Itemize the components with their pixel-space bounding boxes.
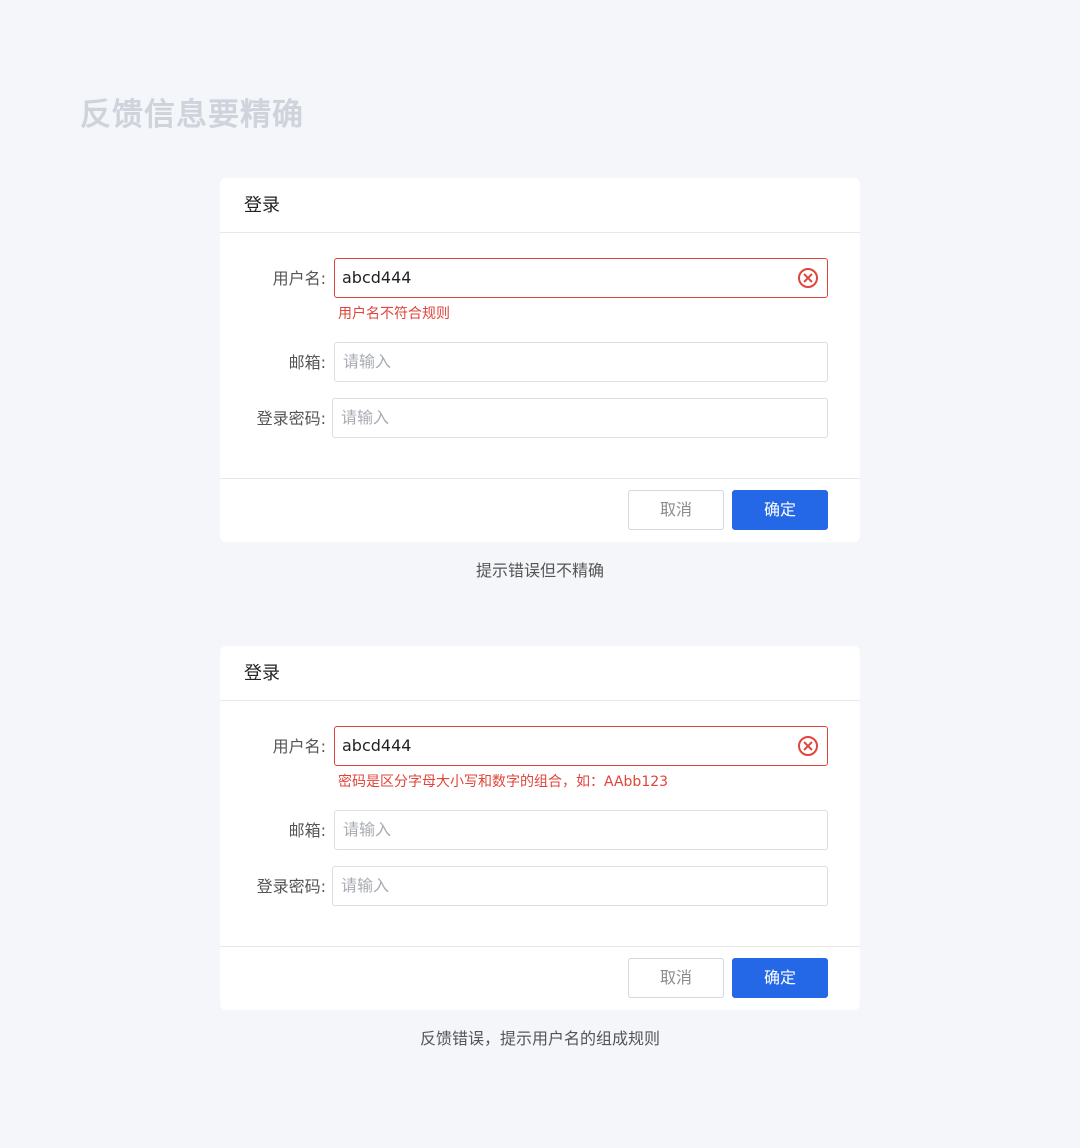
password-input[interactable]: 请输入 [332,398,828,438]
footer-divider [220,478,860,479]
cancel-button[interactable]: 取消 [628,490,724,530]
username-input[interactable]: abcd444 [334,726,828,766]
confirm-button[interactable]: 确定 [732,958,828,998]
dialog-header: 登录 [220,178,860,233]
clear-circle-icon[interactable] [797,735,819,757]
example-caption: 反馈错误，提示用户名的组成规则 [419,1029,660,1048]
cancel-button[interactable]: 取消 [628,958,724,998]
email-placeholder: 请输入 [343,820,392,839]
password-label: 登录密码: [256,877,326,896]
login-dialog-precise-error: 登录 用户名: abcd444 密码是区分字母大小写和数字的组合，如：AAbb1… [220,646,860,1010]
username-error-message: 用户名不符合规则 [338,306,450,322]
username-label: 用户名: [272,737,326,756]
dialog-header: 登录 [220,646,860,701]
email-input[interactable]: 请输入 [334,342,828,382]
confirm-button[interactable]: 确定 [732,490,828,530]
email-label: 邮箱: [288,821,326,840]
dialog-title: 登录 [244,663,280,684]
login-dialog-vague-error: 登录 用户名: abcd444 用户名不符合规则 邮箱: 请输入 登录密码: 请… [220,178,860,542]
username-error-message: 密码是区分字母大小写和数字的组合，如：AAbb123 [338,774,669,790]
password-placeholder: 请输入 [341,876,390,895]
username-value: abcd444 [342,736,412,755]
password-input[interactable]: 请输入 [332,866,828,906]
email-input[interactable]: 请输入 [334,810,828,850]
password-label: 登录密码: [256,409,326,428]
clear-circle-icon[interactable] [797,267,819,289]
dialog-title: 登录 [244,195,280,216]
username-value: abcd444 [342,268,412,287]
example-caption: 提示错误但不精确 [475,561,604,580]
footer-divider [220,946,860,947]
email-label: 邮箱: [288,353,326,372]
username-label: 用户名: [272,269,326,288]
email-placeholder: 请输入 [343,352,392,371]
password-placeholder: 请输入 [341,408,390,427]
username-input[interactable]: abcd444 [334,258,828,298]
page-title: 反馈信息要精确 [80,97,304,133]
